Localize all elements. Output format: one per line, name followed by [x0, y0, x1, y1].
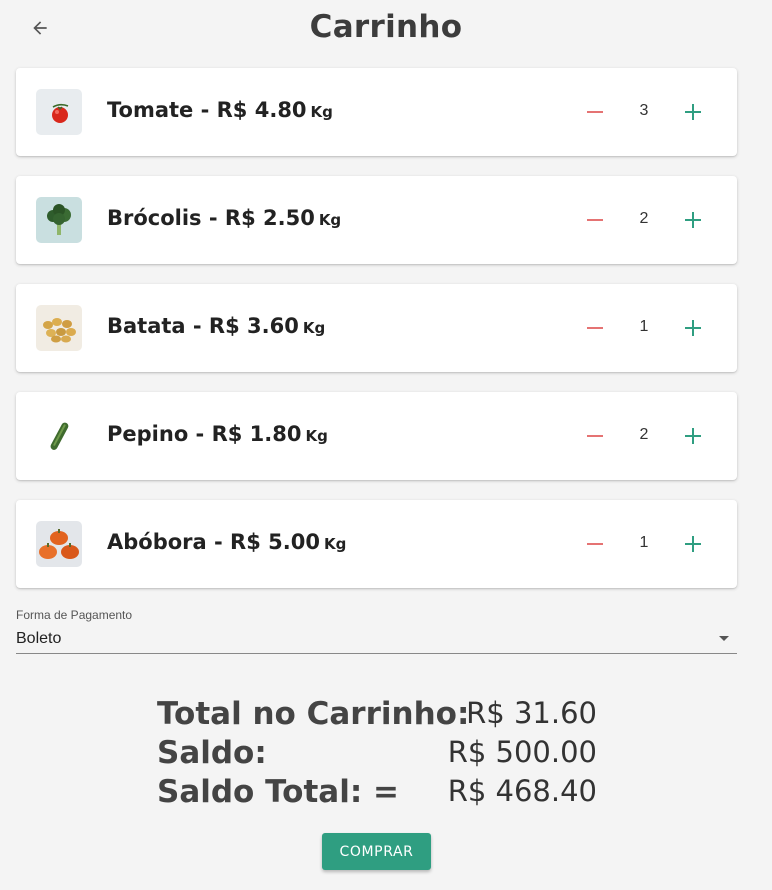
- minus-icon: [587, 111, 603, 113]
- payment-select[interactable]: Boleto: [16, 628, 737, 654]
- payment-label: Forma de Pagamento: [16, 608, 133, 622]
- cart-total-value: R$ 31.60: [466, 696, 597, 730]
- payment-method: Forma de Pagamento Boleto: [16, 608, 737, 654]
- item-name: Batata - R$ 3.60 Kg: [107, 314, 326, 338]
- cart-item: Brócolis - R$ 2.50 Kg 2: [16, 176, 737, 264]
- pumpkin-image: [36, 521, 82, 567]
- quantity-value: 2: [639, 426, 649, 443]
- broccoli-image: [36, 197, 82, 243]
- final-balance-value: R$ 468.40: [447, 774, 597, 808]
- balance-value: R$ 500.00: [447, 735, 597, 769]
- decrease-button[interactable]: [579, 312, 611, 344]
- balance-label: Saldo:: [157, 735, 267, 771]
- minus-icon: [587, 219, 603, 221]
- increase-button[interactable]: [677, 96, 709, 128]
- decrease-button[interactable]: [579, 528, 611, 560]
- minus-icon: [587, 327, 603, 329]
- decrease-button[interactable]: [579, 420, 611, 452]
- quantity-stepper: 1: [579, 308, 709, 348]
- cart-item: Tomate - R$ 4.80 Kg 3: [16, 68, 737, 156]
- plus-icon: [685, 428, 701, 444]
- app-header: Carrinho: [0, 0, 772, 58]
- quantity-stepper: 1: [579, 524, 709, 564]
- quantity-value: 3: [639, 102, 649, 119]
- cart-item: Pepino - R$ 1.80 Kg 2: [16, 392, 737, 480]
- plus-icon: [685, 212, 701, 228]
- final-balance-label: Saldo Total: =: [157, 774, 400, 810]
- potato-image: [36, 305, 82, 351]
- increase-button[interactable]: [677, 312, 709, 344]
- quantity-stepper: 2: [579, 200, 709, 240]
- increase-button[interactable]: [677, 528, 709, 560]
- item-name: Tomate - R$ 4.80 Kg: [107, 98, 333, 122]
- balance-row: Saldo: R$ 500.00: [157, 735, 597, 774]
- cart-total-label: Total no Carrinho:: [157, 696, 470, 732]
- minus-icon: [587, 435, 603, 437]
- item-name: Pepino - R$ 1.80 Kg: [107, 422, 328, 446]
- buy-button[interactable]: COMPRAR: [322, 833, 431, 870]
- quantity-value: 1: [639, 318, 649, 335]
- decrease-button[interactable]: [579, 96, 611, 128]
- totals-summary: Total no Carrinho: R$ 31.60 Saldo: R$ 50…: [157, 696, 597, 813]
- final-balance-row: Saldo Total: = R$ 468.40: [157, 774, 597, 813]
- tomato-image: [36, 89, 82, 135]
- quantity-stepper: 2: [579, 416, 709, 456]
- cart-list: Tomate - R$ 4.80 Kg 3 Brócolis - R$ 2.50 K…: [16, 68, 737, 608]
- page-title: Carrinho: [309, 9, 463, 45]
- plus-icon: [685, 536, 701, 552]
- plus-icon: [685, 104, 701, 120]
- increase-button[interactable]: [677, 204, 709, 236]
- quantity-value: 1: [639, 534, 649, 551]
- dropdown-arrow-icon: [719, 636, 729, 641]
- cart-item: Batata - R$ 3.60 Kg 1: [16, 284, 737, 372]
- item-name: Abóbora - R$ 5.00 Kg: [107, 530, 347, 554]
- minus-icon: [587, 543, 603, 545]
- cart-total-row: Total no Carrinho: R$ 31.60: [157, 696, 597, 735]
- quantity-value: 2: [639, 210, 649, 227]
- decrease-button[interactable]: [579, 204, 611, 236]
- payment-selected-value: Boleto: [16, 630, 62, 647]
- item-name: Brócolis - R$ 2.50 Kg: [107, 206, 342, 230]
- quantity-stepper: 3: [579, 92, 709, 132]
- plus-icon: [685, 320, 701, 336]
- cucumber-image: [36, 413, 82, 459]
- increase-button[interactable]: [677, 420, 709, 452]
- cart-item: Abóbora - R$ 5.00 Kg 1: [16, 500, 737, 588]
